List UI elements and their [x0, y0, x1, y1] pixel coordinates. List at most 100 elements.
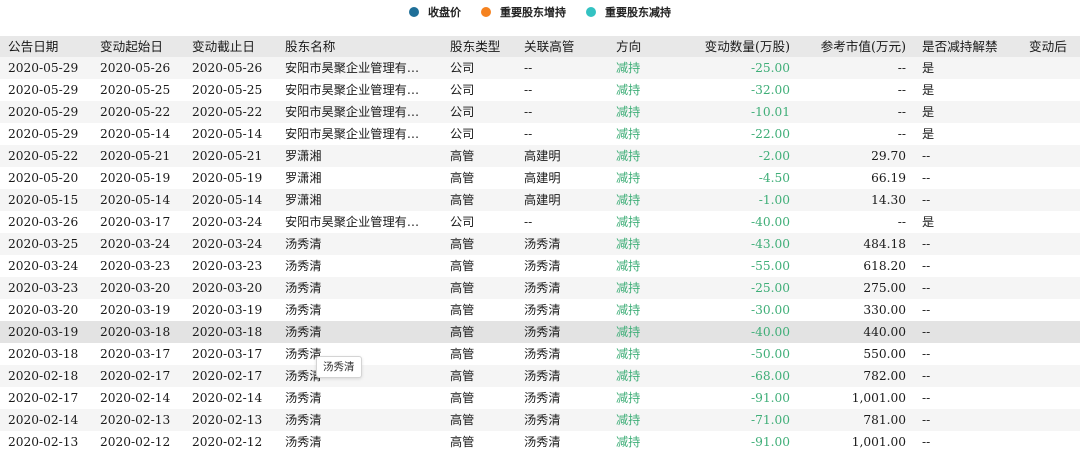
cell-ref-value: 781.00 — [863, 413, 906, 427]
cell-holder-name: 汤秀清 — [285, 391, 322, 405]
cell-change-start: 2020-03-19 — [100, 303, 171, 317]
cell-holder-type: 高管 — [450, 171, 475, 185]
header-change-end[interactable]: 变动截止日 — [192, 36, 278, 57]
header-unlock[interactable]: 是否减持解禁 — [922, 36, 1018, 57]
cell-change-qty: -40.00 — [750, 215, 790, 229]
cell-announce-date: 2020-03-23 — [8, 281, 79, 295]
cell-change-start: 2020-05-21 — [100, 149, 171, 163]
cell-change-start: 2020-02-14 — [100, 391, 171, 405]
cell-change-end: 2020-03-24 — [192, 237, 263, 251]
table-row[interactable]: 2020-05-29 2020-05-25 2020-05-25 安阳市昊聚企业管理有… — [0, 79, 1080, 101]
cell-ref-value: 1,001.00 — [851, 435, 906, 449]
holder-name-tooltip: 汤秀清 — [316, 356, 362, 378]
cell-direction: 减持 — [616, 105, 641, 119]
cell-change-start: 2020-05-19 — [100, 171, 171, 185]
cell-unlock: 是 — [922, 127, 935, 141]
cell-change-qty: -25.00 — [750, 281, 790, 295]
header-holder-type[interactable]: 股东类型 — [450, 36, 510, 57]
cell-change-qty: -10.01 — [750, 105, 790, 119]
table-row[interactable]: 2020-05-29 2020-05-22 2020-05-22 安阳市昊聚企业管理有… — [0, 101, 1080, 123]
table-row[interactable]: 2020-03-24 2020-03-23 2020-03-23 汤秀清 高管 汤秀清 减持… — [0, 255, 1080, 277]
cell-announce-date: 2020-05-29 — [8, 61, 79, 75]
cell-holder-type: 高管 — [450, 391, 475, 405]
header-change-qty[interactable]: 变动数量(万股) — [680, 36, 790, 57]
cell-holder-type: 高管 — [450, 193, 475, 207]
cell-direction: 减持 — [616, 83, 641, 97]
cell-unlock: -- — [922, 369, 931, 383]
major-decrease-dot-icon — [586, 7, 596, 17]
cell-related-exec: 汤秀清 — [524, 281, 561, 295]
cell-change-qty: -91.00 — [750, 435, 790, 449]
cell-direction: 减持 — [616, 325, 641, 339]
header-change-start[interactable]: 变动起始日 — [100, 36, 184, 57]
cell-announce-date: 2020-03-26 — [8, 215, 79, 229]
legend-item-major-decrease[interactable]: 重要股东减持 — [586, 4, 671, 20]
cell-unlock: 是 — [922, 61, 935, 75]
cell-holder-name: 安阳市昊聚企业管理有… — [285, 127, 420, 141]
cell-direction: 减持 — [616, 435, 641, 449]
header-announce-date[interactable]: 公告日期 — [8, 36, 90, 57]
cell-change-qty: -55.00 — [750, 259, 790, 273]
table-row[interactable]: 2020-02-18 2020-02-17 2020-02-17 汤秀清 高管 汤秀清 减持… — [0, 365, 1080, 387]
cell-change-end: 2020-03-23 — [192, 259, 263, 273]
cell-announce-date: 2020-05-29 — [8, 127, 79, 141]
chart-legend: 收盘价 重要股东增持 重要股东减持 — [0, 4, 1080, 20]
table-row[interactable]: 2020-03-19 2020-03-18 2020-03-18 汤秀清 高管 汤秀清 减持… — [0, 321, 1080, 343]
cell-related-exec: -- — [524, 215, 533, 229]
table-row[interactable]: 2020-05-15 2020-05-14 2020-05-14 罗潇湘 高管 高建明 减持… — [0, 189, 1080, 211]
cell-unlock: -- — [922, 303, 931, 317]
cell-change-start: 2020-05-14 — [100, 127, 171, 141]
cell-holder-type: 高管 — [450, 369, 475, 383]
table-row[interactable]: 2020-03-23 2020-03-20 2020-03-20 汤秀清 高管 汤秀清 减持… — [0, 277, 1080, 299]
cell-direction: 减持 — [616, 193, 641, 207]
legend-label: 收盘价 — [428, 6, 461, 19]
table-row[interactable]: 2020-05-29 2020-05-26 2020-05-26 安阳市昊聚企业管理有… — [0, 57, 1080, 79]
cell-change-end: 2020-03-18 — [192, 325, 263, 339]
table-row[interactable]: 2020-02-14 2020-02-13 2020-02-13 汤秀清 高管 汤秀清 减持… — [0, 409, 1080, 431]
header-direction[interactable]: 方向 — [616, 36, 676, 57]
cell-holder-type: 高管 — [450, 325, 475, 339]
cell-change-end: 2020-02-14 — [192, 391, 263, 405]
cell-related-exec: 汤秀清 — [524, 325, 561, 339]
table-row[interactable]: 2020-03-25 2020-03-24 2020-03-24 汤秀清 高管 汤秀清 减持… — [0, 233, 1080, 255]
cell-change-start: 2020-02-17 — [100, 369, 171, 383]
cell-ref-value: 484.18 — [863, 237, 906, 251]
cell-change-qty: -50.00 — [750, 347, 790, 361]
cell-change-start: 2020-05-14 — [100, 193, 171, 207]
cell-holder-type: 公司 — [450, 83, 475, 97]
cell-change-end: 2020-03-17 — [192, 347, 263, 361]
cell-holder-name: 汤秀清 — [285, 435, 322, 449]
table-header-row: 公告日期 变动起始日 变动截止日 股东名称 股东类型 关联高管 方向 变动数量(… — [0, 36, 1080, 57]
header-holder-name[interactable]: 股东名称 — [285, 36, 435, 57]
table-row[interactable]: 2020-05-22 2020-05-21 2020-05-21 罗潇湘 高管 高建明 减持… — [0, 145, 1080, 167]
legend-item-close-price[interactable]: 收盘价 — [409, 4, 461, 20]
cell-related-exec: 汤秀清 — [524, 391, 561, 405]
cell-announce-date: 2020-02-18 — [8, 369, 79, 383]
cell-related-exec: 高建明 — [524, 193, 561, 207]
table-row[interactable]: 2020-03-18 2020-03-17 2020-03-17 汤秀清 高管 汤秀清 减持… — [0, 343, 1080, 365]
cell-holder-type: 公司 — [450, 61, 475, 75]
cell-announce-date: 2020-03-20 — [8, 303, 79, 317]
cell-change-qty: -43.00 — [750, 237, 790, 251]
table-row[interactable]: 2020-02-17 2020-02-14 2020-02-14 汤秀清 高管 汤秀清 减持… — [0, 387, 1080, 409]
cell-direction: 减持 — [616, 303, 641, 317]
table-row[interactable]: 2020-05-29 2020-05-14 2020-05-14 安阳市昊聚企业管理有… — [0, 123, 1080, 145]
table-row[interactable]: 2020-03-20 2020-03-19 2020-03-19 汤秀清 高管 汤秀清 减持… — [0, 299, 1080, 321]
major-increase-dot-icon — [481, 7, 491, 17]
table-row[interactable]: 2020-05-20 2020-05-19 2020-05-19 罗潇湘 高管 高建明 减持… — [0, 167, 1080, 189]
cell-unlock: -- — [922, 237, 931, 251]
header-after-change[interactable]: 变动后 — [1029, 36, 1080, 57]
header-ref-value[interactable]: 参考市值(万元) — [800, 36, 906, 57]
table-row[interactable]: 2020-03-26 2020-03-17 2020-03-24 安阳市昊聚企业管理有… — [0, 211, 1080, 233]
cell-related-exec: 汤秀清 — [524, 435, 561, 449]
cell-ref-value: 14.30 — [871, 193, 906, 207]
cell-change-qty: -40.00 — [750, 325, 790, 339]
cell-change-end: 2020-05-14 — [192, 127, 263, 141]
cell-change-start: 2020-03-23 — [100, 259, 171, 273]
cell-change-end: 2020-05-21 — [192, 149, 263, 163]
legend-item-major-increase[interactable]: 重要股东增持 — [481, 4, 566, 20]
header-related-exec[interactable]: 关联高管 — [524, 36, 604, 57]
table-row[interactable]: 2020-02-13 2020-02-12 2020-02-12 汤秀清 高管 汤秀清 减持… — [0, 431, 1080, 453]
cell-unlock: -- — [922, 413, 931, 427]
cell-direction: 减持 — [616, 413, 641, 427]
